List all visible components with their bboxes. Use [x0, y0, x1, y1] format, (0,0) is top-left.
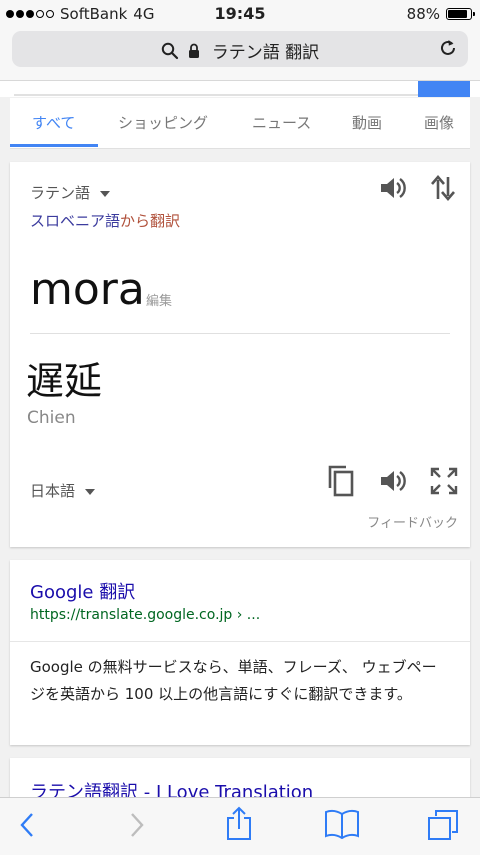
lock-icon	[189, 43, 200, 58]
battery-icon	[446, 8, 475, 20]
back-icon[interactable]	[16, 810, 40, 840]
chevron-down-icon	[100, 190, 111, 197]
tab-all[interactable]: すべて	[32, 112, 75, 133]
address-bar[interactable]: ラテン語 翻訳	[12, 31, 468, 67]
detected-language-name: スロベニア語	[30, 212, 121, 230]
search-icon	[161, 42, 178, 59]
target-lang-label: 日本語	[30, 482, 76, 500]
speaker-icon[interactable]	[378, 174, 408, 202]
speaker-icon[interactable]	[378, 467, 408, 495]
feedback-link[interactable]: フィードバック	[367, 512, 458, 531]
status-bar: SoftBank 4G 19:45 88%	[0, 0, 480, 28]
page-title: ラテン語 翻訳	[211, 43, 320, 63]
result-url[interactable]: https://translate.google.co.jp › ...	[30, 607, 260, 623]
address-bar-area: ラテン語 翻訳	[0, 28, 480, 81]
status-right: 88%	[406, 5, 475, 23]
chevron-down-icon	[85, 488, 96, 495]
search-input[interactable]	[14, 94, 418, 96]
tab-news[interactable]: ニュース	[252, 112, 311, 133]
search-tabs: すべて ショッピング ニュース 動画 画像	[10, 98, 470, 149]
battery-percent: 88%	[406, 5, 440, 23]
share-icon[interactable]	[224, 806, 254, 842]
romanization: Chien	[27, 408, 76, 428]
translate-card: ラテン語 スロベニア語から翻訳 mora 編集 遅延 Chien 日本語 フィー…	[10, 162, 470, 547]
target-lang-selector[interactable]: 日本語	[30, 480, 96, 501]
result-title-link[interactable]: Google 翻訳	[30, 578, 135, 604]
edit-link[interactable]: 編集	[146, 290, 172, 309]
search-button[interactable]	[418, 81, 470, 97]
source-lang-label: ラテン語	[30, 184, 91, 202]
divider	[30, 333, 450, 334]
bookmarks-icon[interactable]	[324, 808, 360, 840]
tabs-icon[interactable]	[426, 808, 460, 842]
swap-languages-icon[interactable]	[430, 174, 456, 202]
copy-icon[interactable]	[326, 464, 356, 498]
translated-text: 遅延	[26, 359, 103, 403]
tab-videos[interactable]: 動画	[352, 112, 382, 133]
address-bar-content: ラテン語 翻訳	[12, 38, 468, 63]
active-tab-indicator	[10, 144, 98, 147]
fullscreen-icon[interactable]	[430, 467, 458, 495]
tab-shopping[interactable]: ショッピング	[118, 112, 208, 133]
detected-language[interactable]: スロベニア語から翻訳	[30, 210, 180, 231]
detected-language-suffix: から翻訳	[120, 212, 181, 230]
source-text: mora	[30, 264, 145, 315]
result-snippet: Google の無料サービスなら、単語、フレーズ、 ウェブページを英語から 10…	[30, 658, 437, 703]
forward-icon[interactable]	[124, 810, 148, 840]
reload-icon[interactable]	[438, 38, 458, 58]
divider	[10, 641, 470, 642]
search-result: Google 翻訳 https://translate.google.co.jp…	[10, 560, 470, 745]
tab-images[interactable]: 画像	[424, 112, 454, 133]
source-lang-selector[interactable]: ラテン語	[30, 182, 111, 203]
browser-toolbar	[0, 797, 480, 855]
